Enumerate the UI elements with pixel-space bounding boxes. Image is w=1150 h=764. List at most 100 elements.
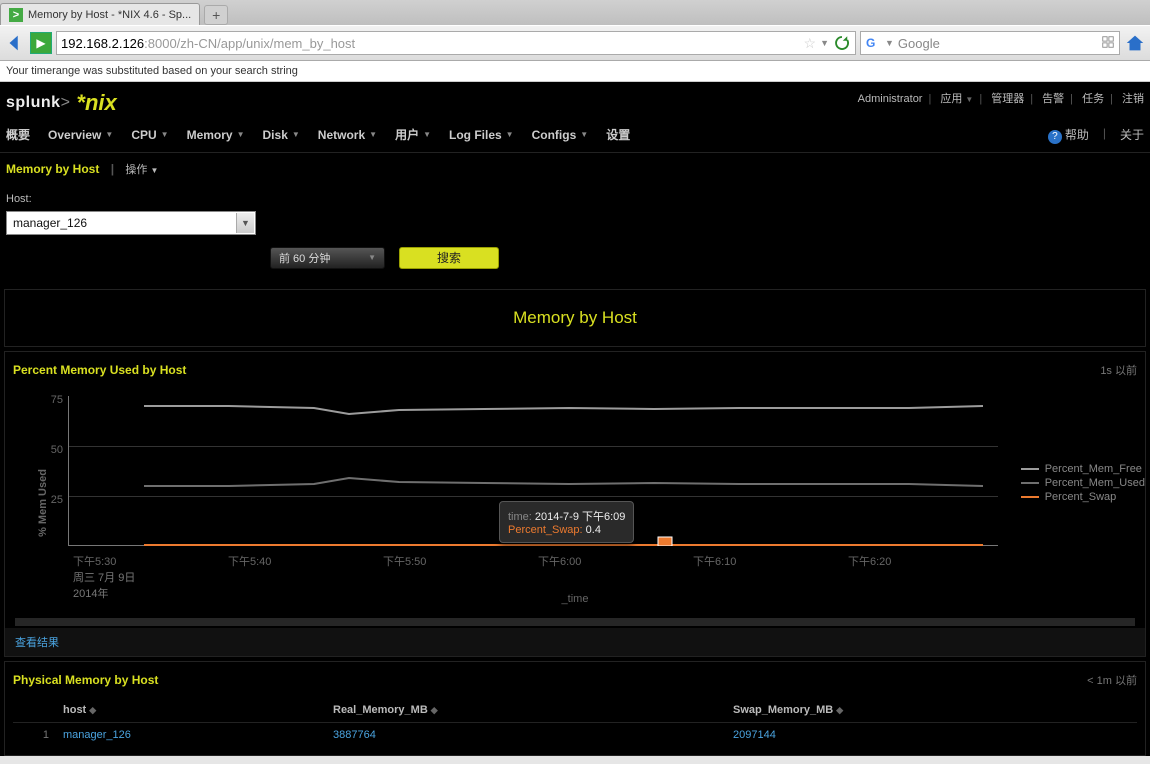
url-input[interactable]: 192.168.2.126:8000/zh-CN/app/unix/mem_by…	[56, 31, 856, 55]
cell-real: 3887764	[333, 729, 733, 741]
logo-nix-text: *nix	[76, 90, 116, 116]
go-button[interactable]: ▶	[30, 32, 52, 54]
home-button[interactable]	[1124, 32, 1146, 54]
nav-users[interactable]: 用户▼	[395, 126, 431, 144]
legend-swatch-icon	[1021, 468, 1039, 470]
notice-bar: Your timerange was substituted based on …	[0, 61, 1150, 82]
view-results-link[interactable]: 查看结果	[15, 637, 59, 649]
percent-mem-panel: Percent Memory Used by Host 1s 以前 % Mem …	[4, 351, 1146, 657]
title-panel: Memory by Host	[4, 289, 1146, 347]
ytick-75: 75	[43, 394, 63, 406]
xtick-4: 下午6:10	[693, 553, 736, 569]
nav-network[interactable]: Network▼	[318, 126, 377, 144]
chart-plot[interactable]: time: 2014-7-9 下午6:09 Percent_Swap: 0.4	[68, 396, 998, 546]
logo-splunk-text: splunk>	[6, 94, 70, 112]
new-tab-button[interactable]: +	[204, 5, 228, 25]
tooltip-time-label: time:	[508, 511, 532, 523]
browser-tab[interactable]: > Memory by Host - *NIX 4.6 - Sp...	[0, 3, 200, 25]
search-placeholder: Google	[898, 36, 940, 51]
ytick-50: 50	[43, 444, 63, 456]
host-select[interactable]: manager_126 ▼	[6, 211, 256, 235]
sort-icon: ◆	[431, 705, 438, 715]
search-dropdown-icon[interactable]: ▼	[885, 38, 894, 48]
timerange-button[interactable]: 前 60 分钟 ▼	[270, 247, 385, 269]
chevron-down-icon: ▼	[236, 213, 254, 233]
xtick-0: 下午5:30 周三 7月 9日 2014年	[73, 553, 135, 601]
link-administrator[interactable]: Administrator	[858, 93, 923, 105]
panel2-title: Physical Memory by Host	[13, 673, 158, 687]
chart-tooltip: time: 2014-7-9 下午6:09 Percent_Swap: 0.4	[499, 501, 634, 543]
browser-nav-toolbar: ▶ 192.168.2.126:8000/zh-CN/app/unix/mem_…	[0, 25, 1150, 61]
back-button[interactable]	[4, 32, 26, 54]
browser-tab-bar: > Memory by Host - *NIX 4.6 - Sp... +	[0, 0, 1150, 25]
nav-about[interactable]: 关于	[1120, 126, 1144, 144]
panel1-age: 1s 以前	[1100, 362, 1137, 378]
nav-overview[interactable]: Overview▼	[48, 126, 113, 144]
nav-settings[interactable]: 设置	[606, 126, 630, 144]
search-end-icon[interactable]	[1101, 35, 1115, 52]
results-table: host◆ Real_Memory_MB◆ Swap_Memory_MB◆ 1 …	[5, 698, 1145, 755]
help-icon: ?	[1048, 130, 1062, 144]
legend-item-2[interactable]: Percent_Swap	[1021, 491, 1145, 503]
nav-configs[interactable]: Configs▼	[532, 126, 589, 144]
host-label: Host:	[6, 193, 1144, 205]
col-swap[interactable]: Swap_Memory_MB◆	[733, 704, 1137, 716]
link-alerts[interactable]: 告警	[1042, 93, 1064, 105]
search-button[interactable]: 搜索	[399, 247, 499, 269]
link-jobs[interactable]: 任务	[1082, 93, 1104, 105]
ytick-25: 25	[43, 494, 63, 506]
browser-search-input[interactable]: G ▼ Google	[860, 31, 1120, 55]
main-nav: 概要 Overview▼ CPU▼ Memory▼ Disk▼ Network▼…	[0, 116, 1150, 153]
table-row[interactable]: 1 manager_126 3887764 2097144	[13, 723, 1137, 747]
notice-text: Your timerange was substituted based on …	[6, 65, 298, 77]
cell-host: manager_126	[63, 729, 333, 741]
legend-swatch-icon	[1021, 496, 1039, 498]
url-host: 192.168.2.126	[61, 36, 144, 51]
app-logo: splunk> *nix	[6, 90, 858, 116]
bookmark-star-icon[interactable]: ☆	[804, 35, 817, 52]
sort-icon: ◆	[836, 705, 843, 715]
page-title: Memory by Host	[6, 162, 99, 176]
legend-swatch-icon	[1021, 482, 1039, 484]
cell-swap: 2097144	[733, 729, 1137, 741]
google-icon: G	[865, 35, 881, 51]
panel2-age: < 1m 以前	[1087, 672, 1137, 688]
nav-disk[interactable]: Disk▼	[263, 126, 300, 144]
action-menu[interactable]: 操作 ▼	[125, 164, 158, 176]
app-header: Administrator| 应用▼| 管理器| 告警| 任务| 注销 splu…	[0, 82, 1150, 116]
panel1-title: Percent Memory Used by Host	[13, 363, 186, 377]
nav-summary[interactable]: 概要	[6, 126, 30, 144]
url-path: :8000/zh-CN/app/unix/mem_by_host	[144, 36, 355, 51]
host-select-value: manager_126	[13, 216, 87, 230]
url-dropdown-icon[interactable]: ▼	[820, 38, 829, 48]
svg-text:G: G	[866, 36, 875, 50]
row-index: 1	[13, 729, 63, 741]
reload-button[interactable]	[833, 34, 851, 52]
xtick-2: 下午5:50	[383, 553, 426, 569]
chart-area: % Mem Used 75 50 25	[5, 388, 1145, 618]
tab-favicon-icon: >	[9, 8, 23, 22]
link-logout[interactable]: 注销	[1122, 93, 1144, 105]
col-host[interactable]: host◆	[63, 704, 333, 716]
chart-scroll-strip[interactable]	[15, 618, 1135, 626]
nav-cpu[interactable]: CPU▼	[131, 126, 168, 144]
chart-legend: Percent_Mem_Free Percent_Mem_Used Percen…	[1021, 463, 1145, 505]
header-links: Administrator| 应用▼| 管理器| 告警| 任务| 注销	[858, 90, 1144, 106]
legend-item-0[interactable]: Percent_Mem_Free	[1021, 463, 1145, 475]
tooltip-series-value: 0.4	[586, 524, 601, 536]
legend-item-1[interactable]: Percent_Mem_Used	[1021, 477, 1145, 489]
nav-memory[interactable]: Memory▼	[187, 126, 245, 144]
timerange-label: 前 60 分钟	[279, 250, 330, 266]
link-app[interactable]: 应用	[940, 93, 962, 105]
col-real[interactable]: Real_Memory_MB◆	[333, 704, 733, 716]
physical-mem-panel: Physical Memory by Host < 1m 以前 host◆ Re…	[4, 661, 1146, 756]
tooltip-time-value: 2014-7-9 下午6:09	[535, 511, 626, 523]
search-button-label: 搜索	[437, 249, 461, 266]
nav-help[interactable]: ?帮助	[1048, 126, 1089, 144]
sub-header: Memory by Host | 操作 ▼	[0, 153, 1150, 185]
chart-xlabel: _time	[562, 593, 589, 605]
xtick-3: 下午6:00	[538, 553, 581, 569]
controls-area: Host: manager_126 ▼ 前 60 分钟 ▼ 搜索	[0, 185, 1150, 285]
link-manager[interactable]: 管理器	[991, 93, 1024, 105]
nav-logfiles[interactable]: Log Files▼	[449, 126, 514, 144]
